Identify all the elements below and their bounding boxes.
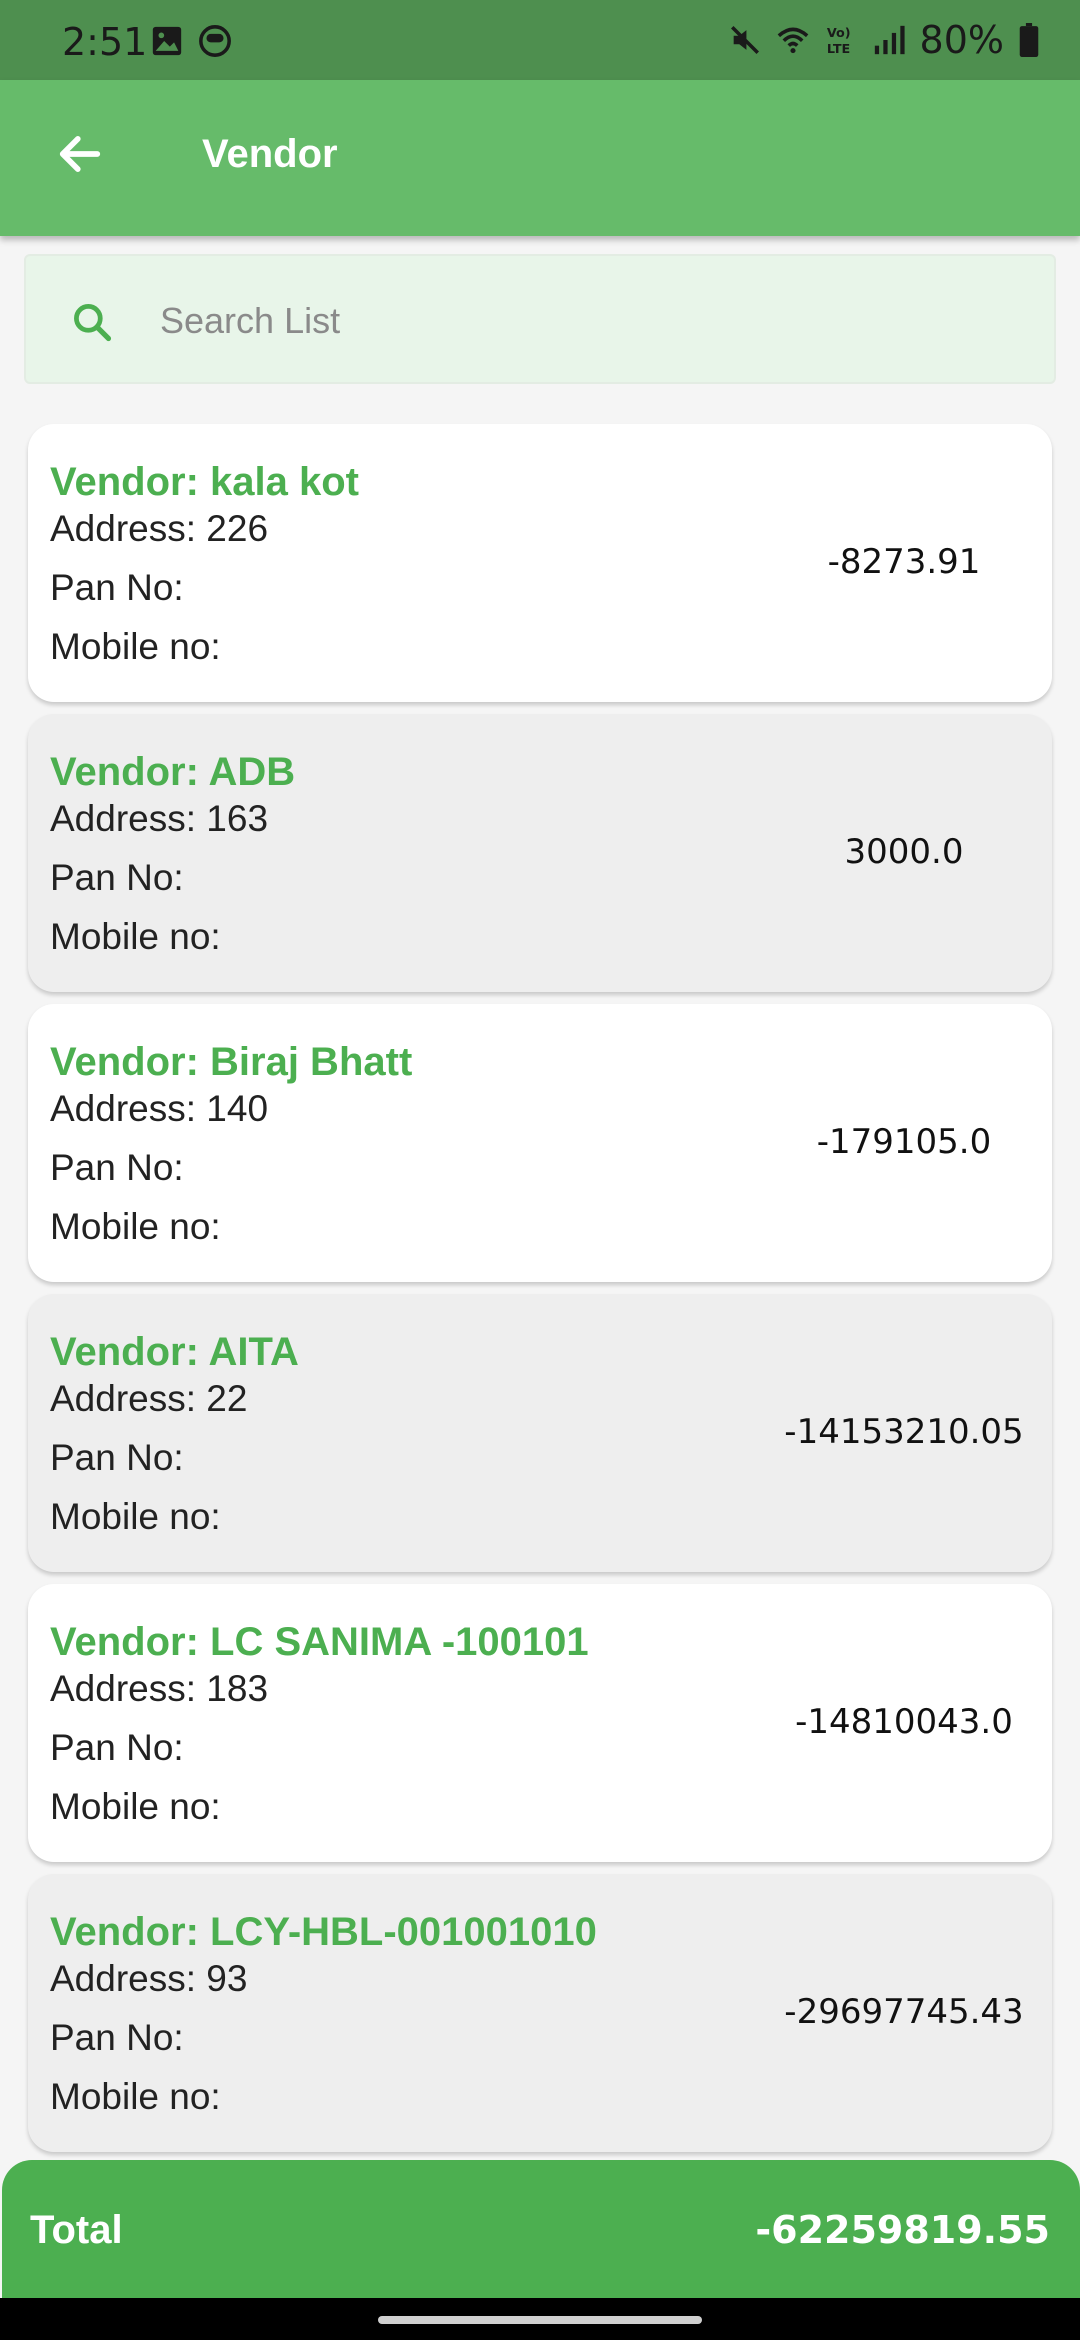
vendor-card[interactable]: Vendor: LC SANIMA -100101 Address: 183 P…	[28, 1584, 1052, 1862]
vendor-mobile: Mobile no:	[50, 1496, 221, 1537]
vendor-address: Address: 22	[50, 1378, 248, 1419]
total-bar: Total -62259819.55	[2, 2160, 1080, 2298]
vendor-address: Address: 226	[50, 508, 269, 549]
mute-icon	[730, 25, 759, 55]
vendor-pan: Pan No:	[50, 567, 184, 608]
total-label: Total	[30, 2208, 123, 2252]
vendor-address: Address: 140	[50, 1088, 269, 1129]
image-icon	[152, 26, 182, 56]
signal-icon	[874, 25, 905, 55]
vendor-pan: Pan No:	[50, 2017, 184, 2058]
face-icon	[199, 25, 231, 57]
vendor-mobile: Mobile no:	[50, 916, 221, 957]
vendor-card[interactable]: Vendor: Biraj Bhatt Address: 140 Pan No:…	[28, 1004, 1052, 1282]
vendor-pan: Pan No:	[50, 1727, 184, 1768]
vendor-amount: -14810043.0	[795, 1702, 1013, 1742]
vendor-name: Vendor: ADB	[50, 750, 296, 794]
vendor-amount: 3000.0	[844, 832, 964, 872]
page-title: Vendor	[202, 132, 338, 176]
vendor-amount: -14153210.05	[784, 1412, 1024, 1452]
vendor-amount: -29697745.43	[784, 1992, 1024, 2032]
home-gesture-handle[interactable]	[378, 2316, 702, 2324]
wifi-icon	[777, 27, 808, 54]
vendor-name: Vendor: LCY-HBL-001001010	[50, 1910, 597, 1954]
svg-text:Vo): Vo)	[826, 26, 850, 41]
battery-icon	[1019, 23, 1039, 57]
vendor-mobile: Mobile no:	[50, 1786, 221, 1827]
search-box[interactable]	[24, 254, 1056, 384]
vendor-name: Vendor: LC SANIMA -100101	[50, 1620, 589, 1664]
svg-text:LTE: LTE	[826, 42, 849, 57]
vendor-name: Vendor: AITA	[50, 1330, 299, 1374]
vendor-address: Address: 183	[50, 1668, 269, 1709]
status-bar: 2:51 Vo) LTE 80%	[0, 0, 1080, 80]
vendor-card[interactable]: Vendor: AITA Address: 22 Pan No: Mobile …	[28, 1294, 1052, 1572]
vendor-card[interactable]: Vendor: LCY-HBL-001001010 Address: 93 Pa…	[28, 1874, 1052, 2152]
vendor-amount: -179105.0	[816, 1122, 992, 1162]
back-button[interactable]	[48, 122, 112, 186]
vendor-mobile: Mobile no:	[50, 626, 221, 667]
vendor-address: Address: 93	[50, 1958, 248, 1999]
vendor-list[interactable]: Vendor: kala kot Address: 226 Pan No: Mo…	[28, 424, 1052, 2164]
vendor-pan: Pan No:	[50, 1437, 184, 1478]
arrow-left-icon	[59, 136, 101, 172]
search-icon	[74, 304, 112, 342]
vendor-pan: Pan No:	[50, 1147, 184, 1188]
vendor-name: Vendor: kala kot	[50, 460, 359, 504]
vendor-card[interactable]: Vendor: ADB Address: 163 Pan No: Mobile …	[28, 714, 1052, 992]
total-value: -62259819.55	[755, 2208, 1050, 2252]
vendor-pan: Pan No:	[50, 857, 184, 898]
vendor-card[interactable]: Vendor: kala kot Address: 226 Pan No: Mo…	[28, 424, 1052, 702]
battery-percent: 80%	[919, 18, 1004, 62]
status-time: 2:51	[62, 20, 148, 64]
app-bar: Vendor	[0, 80, 1080, 236]
volte-icon: Vo) LTE	[826, 26, 850, 57]
vendor-mobile: Mobile no:	[50, 1206, 221, 1247]
search-input[interactable]	[160, 286, 1020, 356]
vendor-address: Address: 163	[50, 798, 269, 839]
vendor-amount: -8273.91	[827, 542, 981, 582]
vendor-mobile: Mobile no:	[50, 2076, 221, 2117]
navigation-bar	[0, 2298, 1080, 2340]
vendor-name: Vendor: Biraj Bhatt	[50, 1040, 413, 1084]
